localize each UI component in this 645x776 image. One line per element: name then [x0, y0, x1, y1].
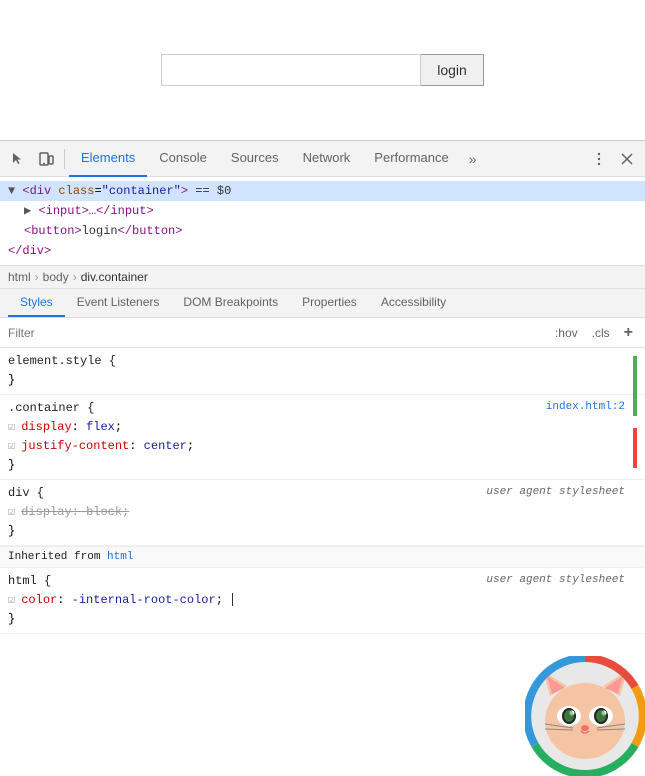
- tab-performance[interactable]: Performance: [362, 141, 460, 177]
- page-area: login: [0, 0, 645, 140]
- styles-tab-accessibility[interactable]: Accessibility: [369, 289, 458, 317]
- tree-line-close-div[interactable]: </div>: [0, 241, 645, 261]
- gutter-bar-green: [633, 356, 637, 416]
- tab-network[interactable]: Network: [291, 141, 363, 177]
- html-tree: ▼ <div class="container"> == $0 ▶ <input…: [0, 177, 645, 266]
- rule-source-html: user agent stylesheet: [486, 572, 625, 589]
- login-form: login: [161, 54, 484, 86]
- toolbar-end-icons: [585, 145, 641, 173]
- rule-closing-div: }: [0, 522, 645, 541]
- login-input[interactable]: [161, 54, 421, 86]
- rule-selector-element[interactable]: element.style {: [0, 352, 645, 371]
- rule-closing-container: }: [0, 456, 645, 475]
- styles-tab-event-listeners[interactable]: Event Listeners: [65, 289, 172, 317]
- styles-content: element.style { } .container { index.htm…: [0, 348, 645, 776]
- rule-closing-element: }: [0, 371, 645, 390]
- inspector-icon[interactable]: [4, 145, 32, 173]
- breadcrumb-sep-1: ›: [35, 270, 39, 284]
- tree-line-container[interactable]: ▼ <div class="container"> == $0: [0, 181, 645, 201]
- filter-add-button[interactable]: +: [620, 322, 637, 344]
- styles-tabs: Styles Event Listeners DOM Breakpoints P…: [0, 289, 645, 318]
- rule-closing-html: }: [0, 610, 645, 629]
- text-cursor: [232, 593, 233, 606]
- rule-source-container[interactable]: index.html:2: [546, 399, 625, 416]
- styles-tab-dom-breakpoints[interactable]: DOM Breakpoints: [171, 289, 290, 317]
- rule-prop-display-div[interactable]: ☑display: block;: [0, 503, 645, 522]
- style-rule-element: element.style { }: [0, 348, 645, 395]
- devtools-toolbar: Elements Console Sources Network Perform…: [0, 141, 645, 177]
- breadcrumb-sep-2: ›: [73, 270, 77, 284]
- breadcrumb-body[interactable]: body: [43, 270, 69, 284]
- styles-tab-styles[interactable]: Styles: [8, 289, 65, 317]
- rule-selector-container[interactable]: .container { index.html:2: [0, 399, 645, 418]
- rule-selector-html[interactable]: html { user agent stylesheet: [0, 572, 645, 591]
- tab-elements[interactable]: Elements: [69, 141, 147, 177]
- inherited-label: Inherited from html: [0, 546, 645, 568]
- filter-input[interactable]: [8, 326, 551, 340]
- vertical-dots-icon[interactable]: [585, 145, 613, 173]
- rule-source-div: user agent stylesheet: [486, 484, 625, 501]
- tree-line-button[interactable]: <button>login</button>: [0, 221, 645, 241]
- rule-prop-display[interactable]: ☑display: flex;: [0, 418, 645, 437]
- tab-sources[interactable]: Sources: [219, 141, 291, 177]
- style-rule-container: .container { index.html:2 ☑display: flex…: [0, 395, 645, 480]
- filter-hov-button[interactable]: :hov: [551, 324, 582, 342]
- style-rule-html: html { user agent stylesheet ☑color: -in…: [0, 568, 645, 634]
- breadcrumb: html › body › div.container: [0, 266, 645, 289]
- rule-prop-color[interactable]: ☑color: -internal-root-color;: [0, 591, 645, 610]
- rule-selector-div[interactable]: div { user agent stylesheet: [0, 484, 645, 503]
- tree-line-input[interactable]: ▶ <input>…</input>: [0, 201, 645, 221]
- breadcrumb-container[interactable]: div.container: [81, 270, 148, 284]
- breadcrumb-html[interactable]: html: [8, 270, 31, 284]
- gutter-bar-red: [633, 428, 637, 468]
- login-button[interactable]: login: [421, 54, 484, 86]
- rule-prop-justify[interactable]: ☑justify-content: center;: [0, 437, 645, 456]
- cat-icon: [525, 656, 645, 776]
- cat-icon-area: [525, 656, 645, 776]
- filter-cls-button[interactable]: .cls: [588, 324, 614, 342]
- toolbar-separator: [64, 149, 65, 169]
- filter-actions: :hov .cls +: [551, 322, 637, 344]
- styles-tab-properties[interactable]: Properties: [290, 289, 369, 317]
- device-icon[interactable]: [32, 145, 60, 173]
- style-rule-div: div { user agent stylesheet ☑display: bl…: [0, 480, 645, 546]
- tab-console[interactable]: Console: [147, 141, 219, 177]
- close-icon[interactable]: [613, 145, 641, 173]
- devtools-panel: Elements Console Sources Network Perform…: [0, 140, 645, 776]
- filter-bar: :hov .cls +: [0, 318, 645, 348]
- tab-more[interactable]: »: [461, 141, 485, 177]
